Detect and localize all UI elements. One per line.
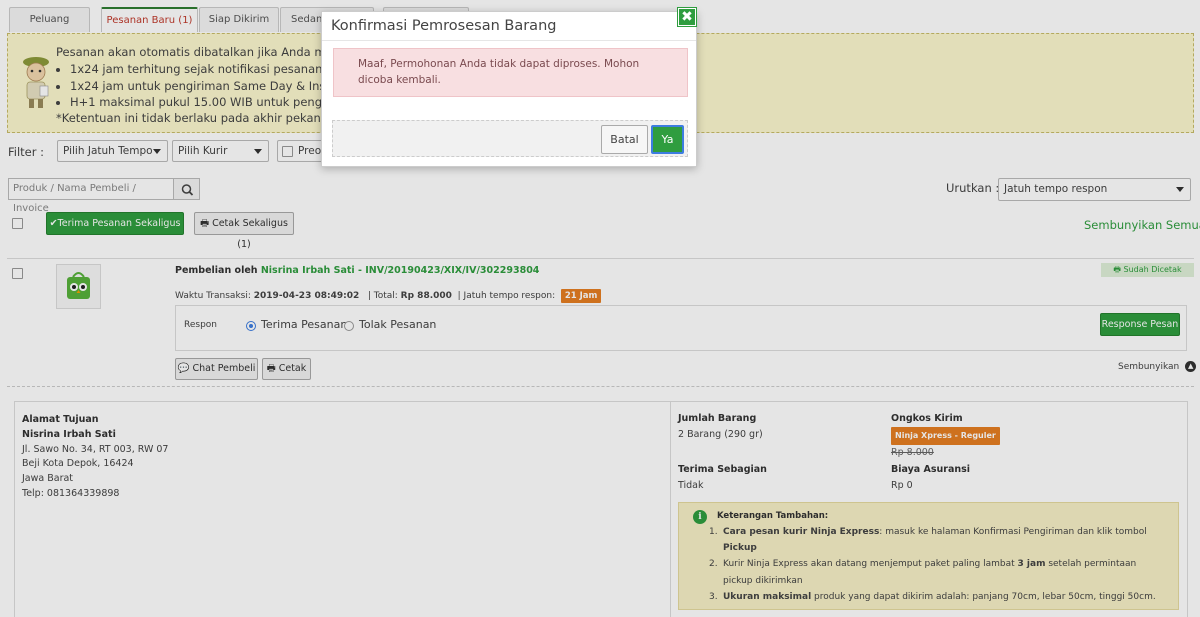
divider	[322, 40, 696, 41]
dialog-footer: Batal Ya	[332, 120, 688, 157]
ya-button[interactable]: Ya	[651, 125, 684, 154]
error-alert: Maaf, Permohonan Anda tidak dapat dipros…	[333, 48, 688, 97]
dialog-title: Konfirmasi Pemrosesan Barang	[331, 18, 557, 34]
confirmation-dialog: Konfirmasi Pemrosesan Barang ✖ Maaf, Per…	[321, 7, 697, 167]
batal-button[interactable]: Batal	[601, 125, 648, 154]
close-icon[interactable]: ✖	[677, 7, 697, 27]
